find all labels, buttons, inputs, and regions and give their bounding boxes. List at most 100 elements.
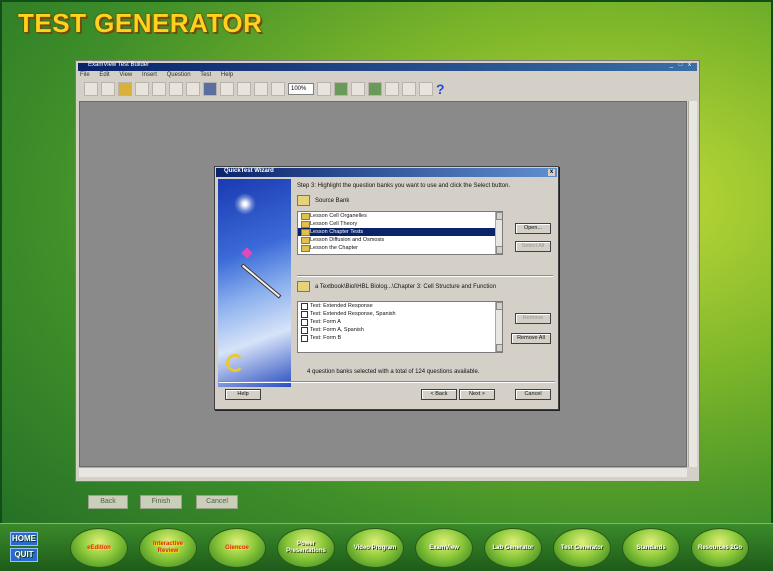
quit-button[interactable]: QUIT bbox=[10, 548, 38, 562]
nav-label: Test Generator bbox=[560, 544, 604, 551]
sort-icon[interactable] bbox=[368, 82, 382, 96]
folder-icon[interactable] bbox=[297, 195, 310, 206]
nav-label: eEdition bbox=[87, 544, 111, 551]
menu-insert[interactable]: Insert bbox=[142, 72, 157, 78]
app-title: ExamView Test Builder bbox=[88, 62, 150, 68]
bank-list[interactable]: Lesson Cell Organelles Lesson Cell Theor… bbox=[297, 211, 503, 255]
divider bbox=[297, 275, 553, 277]
wizard-illustration bbox=[218, 179, 291, 387]
help-button[interactable]: Help bbox=[225, 389, 261, 400]
wizard-title: QuickTest Wizard bbox=[224, 168, 274, 174]
sparkle-icon bbox=[234, 193, 256, 215]
step-instructions: Step 3: Highlight the question banks you… bbox=[297, 183, 511, 189]
zoom-select[interactable]: 100% bbox=[288, 83, 314, 95]
status-text: 4 question banks selected with a total o… bbox=[307, 369, 480, 375]
nav-label: Standards bbox=[636, 544, 666, 551]
magic-wand-icon bbox=[240, 263, 282, 299]
source-bank-label: Source Bank bbox=[315, 198, 350, 204]
window-controls[interactable]: _ □ x bbox=[670, 62, 693, 68]
diamond-icon bbox=[241, 247, 253, 259]
menu-help[interactable]: Help bbox=[221, 72, 233, 78]
info-icon[interactable] bbox=[402, 82, 416, 96]
list-item[interactable]: Lesson Cell Organelles bbox=[298, 212, 502, 220]
select-all-button[interactable]: Select All bbox=[515, 241, 551, 252]
cancel-button[interactable]: Cancel bbox=[515, 389, 551, 400]
menu-edit[interactable]: Edit bbox=[99, 72, 109, 78]
spell-icon[interactable] bbox=[203, 82, 217, 96]
menu-bar: File Edit View Insert Question Test Help bbox=[80, 72, 241, 80]
copy-icon[interactable] bbox=[220, 82, 234, 96]
nav-label: Interactive Review bbox=[152, 541, 183, 554]
nav-eedition[interactable]: eEdition bbox=[70, 528, 128, 568]
toolbar: 100% ? bbox=[84, 81, 445, 97]
nav-test-generator[interactable]: Test Generator bbox=[553, 528, 611, 568]
list-item[interactable]: Lesson Diffusion and Osmosis bbox=[298, 236, 502, 244]
open-icon[interactable] bbox=[118, 82, 132, 96]
zoom-dropdown-icon[interactable] bbox=[317, 82, 331, 96]
nav-lab-generator[interactable]: Lab Generator bbox=[484, 528, 542, 568]
paste-icon[interactable] bbox=[237, 82, 251, 96]
preview-icon[interactable] bbox=[169, 82, 183, 96]
wizard-titlebar: QuickTest Wizard x bbox=[216, 168, 557, 177]
redo-icon[interactable] bbox=[271, 82, 285, 96]
list-item[interactable]: Test: Extended Response bbox=[298, 302, 502, 310]
nav-label: Glencoe bbox=[225, 544, 249, 551]
menu-test[interactable]: Test bbox=[200, 72, 211, 78]
next-button[interactable]: Next > bbox=[459, 389, 495, 400]
print-icon[interactable] bbox=[152, 82, 166, 96]
menu-question[interactable]: Question bbox=[167, 72, 191, 78]
vertical-scrollbar[interactable] bbox=[688, 101, 697, 467]
pointer-icon[interactable] bbox=[84, 82, 98, 96]
nav-interactive-review[interactable]: Interactive Review bbox=[139, 528, 197, 568]
list-item[interactable]: Test: Form A, Spanish bbox=[298, 326, 502, 334]
outline-icon[interactable] bbox=[351, 82, 365, 96]
nav-glencoe[interactable]: Glencoe bbox=[208, 528, 266, 568]
nav-label: Video Program bbox=[353, 544, 397, 551]
list-item[interactable]: Test: Extended Response, Spanish bbox=[298, 310, 502, 318]
save-icon[interactable] bbox=[135, 82, 149, 96]
nav-video-program[interactable]: Video Program bbox=[346, 528, 404, 568]
check-icon[interactable] bbox=[419, 82, 433, 96]
undo-icon[interactable] bbox=[254, 82, 268, 96]
list-item[interactable]: Test: Form A bbox=[298, 318, 502, 326]
finish-button[interactable]: Finish bbox=[140, 495, 182, 509]
remove-all-button[interactable]: Remove All bbox=[511, 333, 551, 344]
new-icon[interactable] bbox=[101, 82, 115, 96]
divider bbox=[219, 381, 555, 383]
nav-examview[interactable]: ExamView bbox=[415, 528, 473, 568]
cancel-button-disabled[interactable]: Cancel bbox=[196, 495, 238, 509]
horizontal-scrollbar[interactable] bbox=[79, 467, 687, 477]
tests-list-scrollbar[interactable] bbox=[495, 302, 502, 352]
nav-power-presentations[interactable]: Power Presentations bbox=[277, 528, 335, 568]
close-icon[interactable]: x bbox=[548, 169, 555, 176]
list-item[interactable]: Lesson Cell Theory bbox=[298, 220, 502, 228]
nav-standards[interactable]: Standards bbox=[622, 528, 680, 568]
selected-tests-list[interactable]: Test: Extended Response Test: Extended R… bbox=[297, 301, 503, 353]
help-icon[interactable]: ? bbox=[436, 81, 445, 97]
quicktest-wizard-dialog: QuickTest Wizard x Step 3: Highlight the… bbox=[214, 166, 559, 410]
swirl-logo-icon bbox=[226, 354, 244, 372]
back-button[interactable]: < Back bbox=[421, 389, 457, 400]
nav-label: Power Presentations bbox=[286, 541, 326, 554]
list-item-selected[interactable]: Lesson Chapter Tests bbox=[298, 228, 502, 236]
menu-file[interactable]: File bbox=[80, 72, 90, 78]
bank-list-scrollbar[interactable] bbox=[495, 212, 502, 254]
nav-label: ExamView bbox=[429, 544, 459, 551]
scramble-icon[interactable] bbox=[385, 82, 399, 96]
back-button-disabled[interactable]: Back bbox=[88, 495, 128, 509]
home-button[interactable]: HOME bbox=[10, 532, 38, 546]
home-quit-group: HOME QUIT bbox=[10, 532, 38, 564]
path-label: a Textbook\Biol\HBL Biolog...\Chapter 3:… bbox=[315, 284, 497, 290]
list-item[interactable]: Lesson the Chapter bbox=[298, 244, 502, 252]
list-item[interactable]: Test: Form B bbox=[298, 334, 502, 342]
nav-label: Lab Generator bbox=[492, 544, 534, 551]
list-icon[interactable] bbox=[334, 82, 348, 96]
nav-resources-2go[interactable]: Resources 2Go bbox=[691, 528, 749, 568]
folder-up-icon[interactable] bbox=[297, 281, 310, 292]
menu-view[interactable]: View bbox=[119, 72, 132, 78]
app-titlebar: ExamView Test Builder _ □ x bbox=[78, 62, 697, 71]
page-title: TEST GENERATOR bbox=[18, 8, 263, 38]
remove-button[interactable]: Remove bbox=[515, 313, 551, 324]
cut-icon[interactable] bbox=[186, 82, 200, 96]
open-button[interactable]: Open... bbox=[515, 223, 551, 234]
